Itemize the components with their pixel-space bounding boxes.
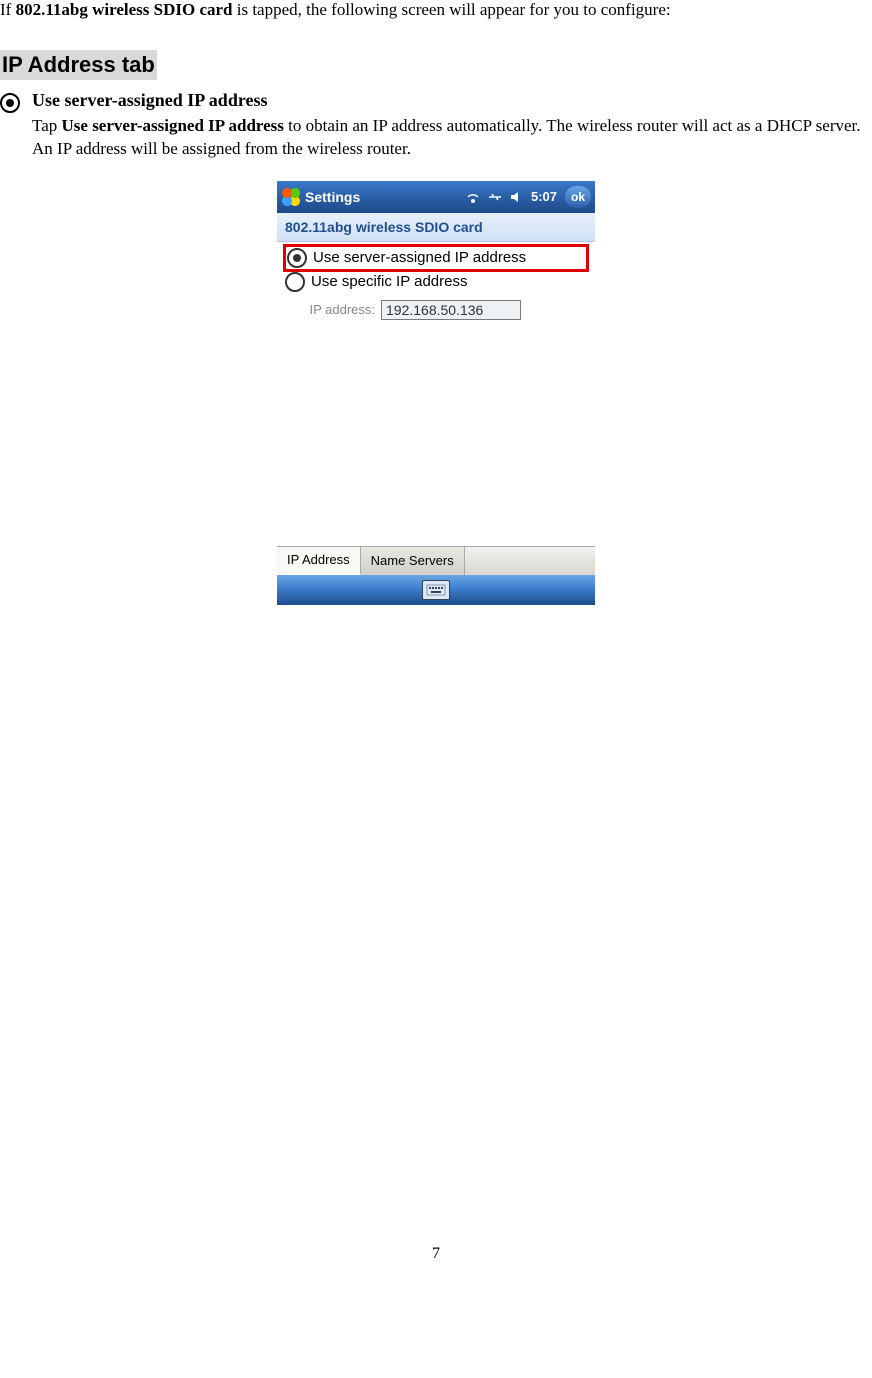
radio-specific-ip[interactable]: Use specific IP address — [285, 270, 587, 294]
ip-address-input[interactable] — [381, 300, 521, 320]
bottom-bar — [277, 575, 595, 605]
windows-flag-icon[interactable] — [281, 187, 301, 207]
screenshot-device: Settings 5:07 ok 802.11abg wireless SDIO… — [277, 181, 595, 605]
radio-icon-selected — [287, 248, 307, 268]
bullet-dot-icon — [0, 93, 20, 113]
section-heading-ip-address-tab: IP Address tab — [0, 50, 157, 80]
title-bar-label: Settings — [305, 189, 360, 205]
page-number: 7 — [0, 1245, 872, 1263]
tab-ip-address[interactable]: IP Address — [277, 547, 361, 575]
wifi-icon[interactable] — [465, 189, 481, 205]
radio-icon-unselected — [285, 272, 305, 292]
clock-text: 5:07 — [531, 189, 557, 204]
tab-name-servers[interactable]: Name Servers — [361, 547, 465, 575]
radio-server-label: Use server-assigned IP address — [313, 249, 526, 266]
volume-icon[interactable] — [509, 189, 525, 205]
radio-server-assigned[interactable]: Use server-assigned IP address — [285, 246, 587, 270]
tab-bar: IP Address Name Servers — [277, 546, 595, 575]
keyboard-icon[interactable] — [422, 580, 450, 600]
bullet-heading: Use server-assigned IP address — [32, 90, 268, 111]
settings-subtitle: 802.11abg wireless SDIO card — [277, 213, 595, 242]
intro-text: If 802.11abg wireless SDIO card is tappe… — [0, 0, 872, 20]
connectivity-icon[interactable] — [487, 189, 503, 205]
bullet-body: Tap Use server-assigned IP address to ob… — [32, 115, 872, 161]
radio-specific-label: Use specific IP address — [311, 273, 467, 290]
settings-content: Use server-assigned IP address Use speci… — [277, 242, 595, 546]
title-bar: Settings 5:07 ok — [277, 181, 595, 213]
ok-button[interactable]: ok — [565, 186, 591, 208]
ip-address-label: IP address: — [285, 302, 375, 317]
